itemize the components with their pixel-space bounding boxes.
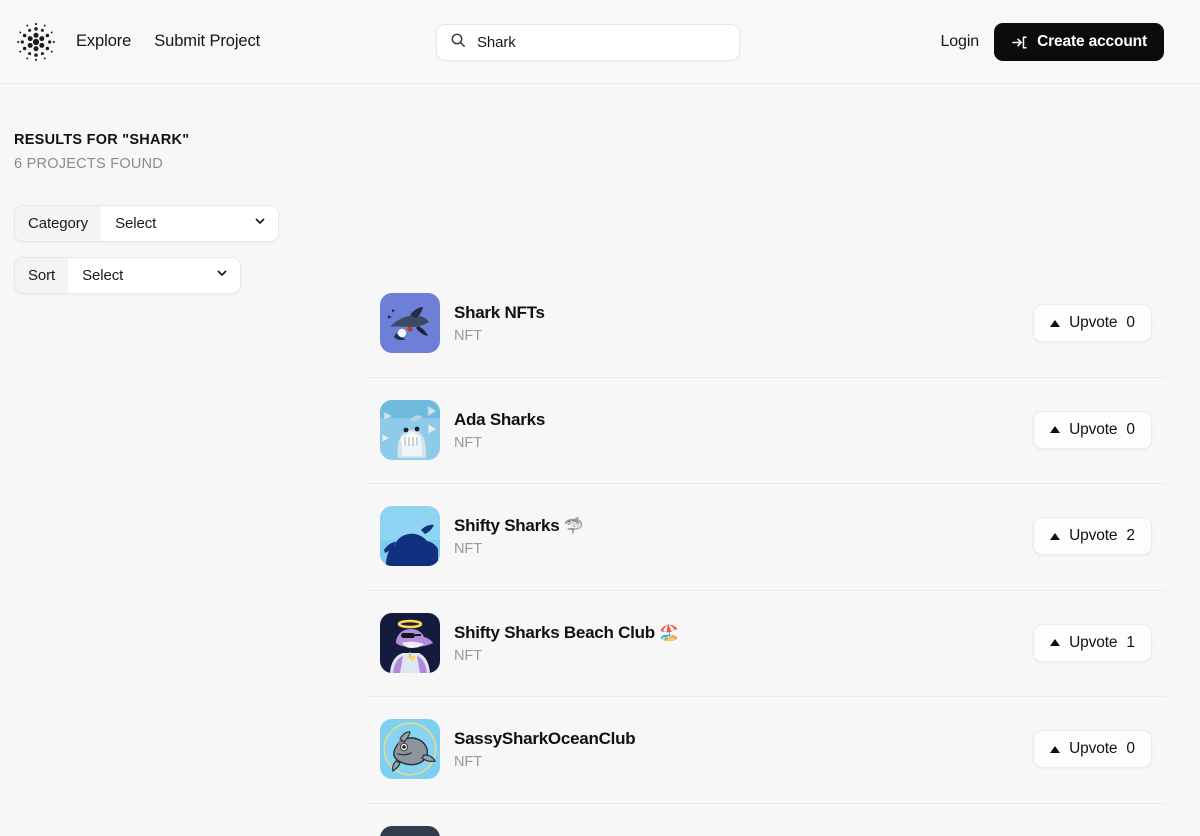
project-title: Shifty Sharks Beach Club 🏖️ <box>454 622 680 642</box>
upvote-label: Upvote <box>1069 420 1118 438</box>
filter-sort-select[interactable]: Select <box>68 258 241 293</box>
caret-up-icon <box>1050 532 1061 540</box>
project-avatar <box>380 825 440 836</box>
upvote-label: Upvote <box>1069 527 1118 545</box>
results-title: RESULTS FOR "SHARK" <box>14 132 190 148</box>
upvote-label: Upvote <box>1069 633 1118 651</box>
upvote-count: 1 <box>1126 633 1135 651</box>
project-title: SassySharkOceanClub <box>454 729 636 749</box>
project-title: Shark NFTs <box>454 303 545 323</box>
results-header: RESULTS FOR "SHARK" 6 PROJECTS FOUND <box>14 84 1186 172</box>
upvote-button[interactable]: Upvote 0 <box>1033 730 1152 769</box>
results-count: 6 PROJECTS FOUND <box>14 156 164 172</box>
caret-up-icon <box>1050 639 1061 647</box>
project-info: Shifty Sharks 🦈 NFT <box>454 515 1033 557</box>
result-row[interactable]: ShArk SquAd NFT Upvote 0 <box>366 802 1166 836</box>
project-avatar <box>380 399 440 460</box>
project-title: Shifty Sharks 🦈 <box>454 516 584 536</box>
chevron-down-icon <box>215 266 229 285</box>
result-row[interactable]: Shark NFTs NFT Upvote 0 <box>366 270 1166 377</box>
app-header: Explore Submit Project Login Create <box>0 0 1200 84</box>
nav-link-submit-project[interactable]: Submit Project <box>154 32 260 51</box>
result-row[interactable]: SassySharkOceanClub NFT Upvote 0 <box>366 696 1166 803</box>
upvote-count: 0 <box>1126 740 1135 758</box>
project-category: NFT <box>454 647 483 664</box>
title-emoji: 🦈 <box>563 518 584 536</box>
project-category: NFT <box>454 754 483 771</box>
project-category: NFT <box>454 434 483 451</box>
search-results-list: Shark NFTs NFT Upvote 0 Ada Sharks NFT U… <box>366 270 1166 836</box>
result-row[interactable]: Ada Sharks NFT Upvote 0 <box>366 376 1166 484</box>
create-account-label: Create account <box>1037 33 1147 50</box>
primary-nav: Explore Submit Project <box>76 32 260 51</box>
upvote-button[interactable]: Upvote 0 <box>1033 304 1152 343</box>
auth-zone: Login Create account <box>940 0 1164 84</box>
search-input[interactable] <box>477 34 726 51</box>
project-avatar <box>380 293 440 354</box>
upvote-button[interactable]: Upvote 2 <box>1033 517 1152 556</box>
caret-up-icon <box>1050 426 1061 434</box>
result-row[interactable]: Shifty Sharks Beach Club 🏖️ NFT Upvote 1 <box>366 589 1166 697</box>
nav-link-explore[interactable]: Explore <box>76 32 131 51</box>
upvote-button[interactable]: Upvote 1 <box>1033 623 1152 662</box>
upvote-label: Upvote <box>1069 314 1118 332</box>
search-box[interactable] <box>436 24 740 61</box>
page-body: RESULTS FOR "SHARK" 6 PROJECTS FOUND Cat… <box>0 84 1200 836</box>
brand-zone: Explore Submit Project <box>14 20 260 64</box>
create-account-button[interactable]: Create account <box>994 23 1164 61</box>
upvote-count: 0 <box>1126 420 1135 438</box>
filter-sort-label: Sort <box>15 258 69 293</box>
caret-up-icon <box>1050 745 1061 753</box>
project-info: Shifty Sharks Beach Club 🏖️ NFT <box>454 622 1033 664</box>
sign-in-icon <box>1011 34 1028 51</box>
upvote-count: 2 <box>1126 527 1135 545</box>
project-info: Shark NFTs NFT <box>454 302 1033 344</box>
upvote-count: 0 <box>1126 314 1135 332</box>
caret-up-icon <box>1050 319 1061 327</box>
project-title: Ada Sharks <box>454 409 546 429</box>
filter-category: Category Select <box>14 205 280 242</box>
upvote-button[interactable]: Upvote 0 <box>1033 410 1152 449</box>
search-icon <box>450 32 466 53</box>
result-row[interactable]: Shifty Sharks 🦈 NFT Upvote 2 <box>366 483 1166 590</box>
project-avatar <box>380 506 440 567</box>
filter-category-select[interactable]: Select <box>101 206 279 241</box>
project-info: SassySharkOceanClub NFT <box>454 728 1033 770</box>
search-container <box>436 24 740 61</box>
filter-category-label: Category <box>15 206 102 241</box>
title-emoji: 🏖️ <box>659 624 680 642</box>
project-avatar <box>380 612 440 673</box>
project-info: Ada Sharks NFT <box>454 409 1033 451</box>
project-avatar <box>380 719 440 780</box>
project-category: NFT <box>454 328 483 345</box>
chevron-down-icon <box>253 214 267 233</box>
filter-sort-value: Select <box>82 267 124 284</box>
project-category: NFT <box>454 541 483 558</box>
upvote-label: Upvote <box>1069 740 1118 758</box>
filter-sort: Sort Select <box>14 257 242 294</box>
login-link[interactable]: Login <box>940 33 979 51</box>
cardano-dots-logo[interactable] <box>14 20 58 64</box>
filter-category-value: Select <box>115 215 157 232</box>
